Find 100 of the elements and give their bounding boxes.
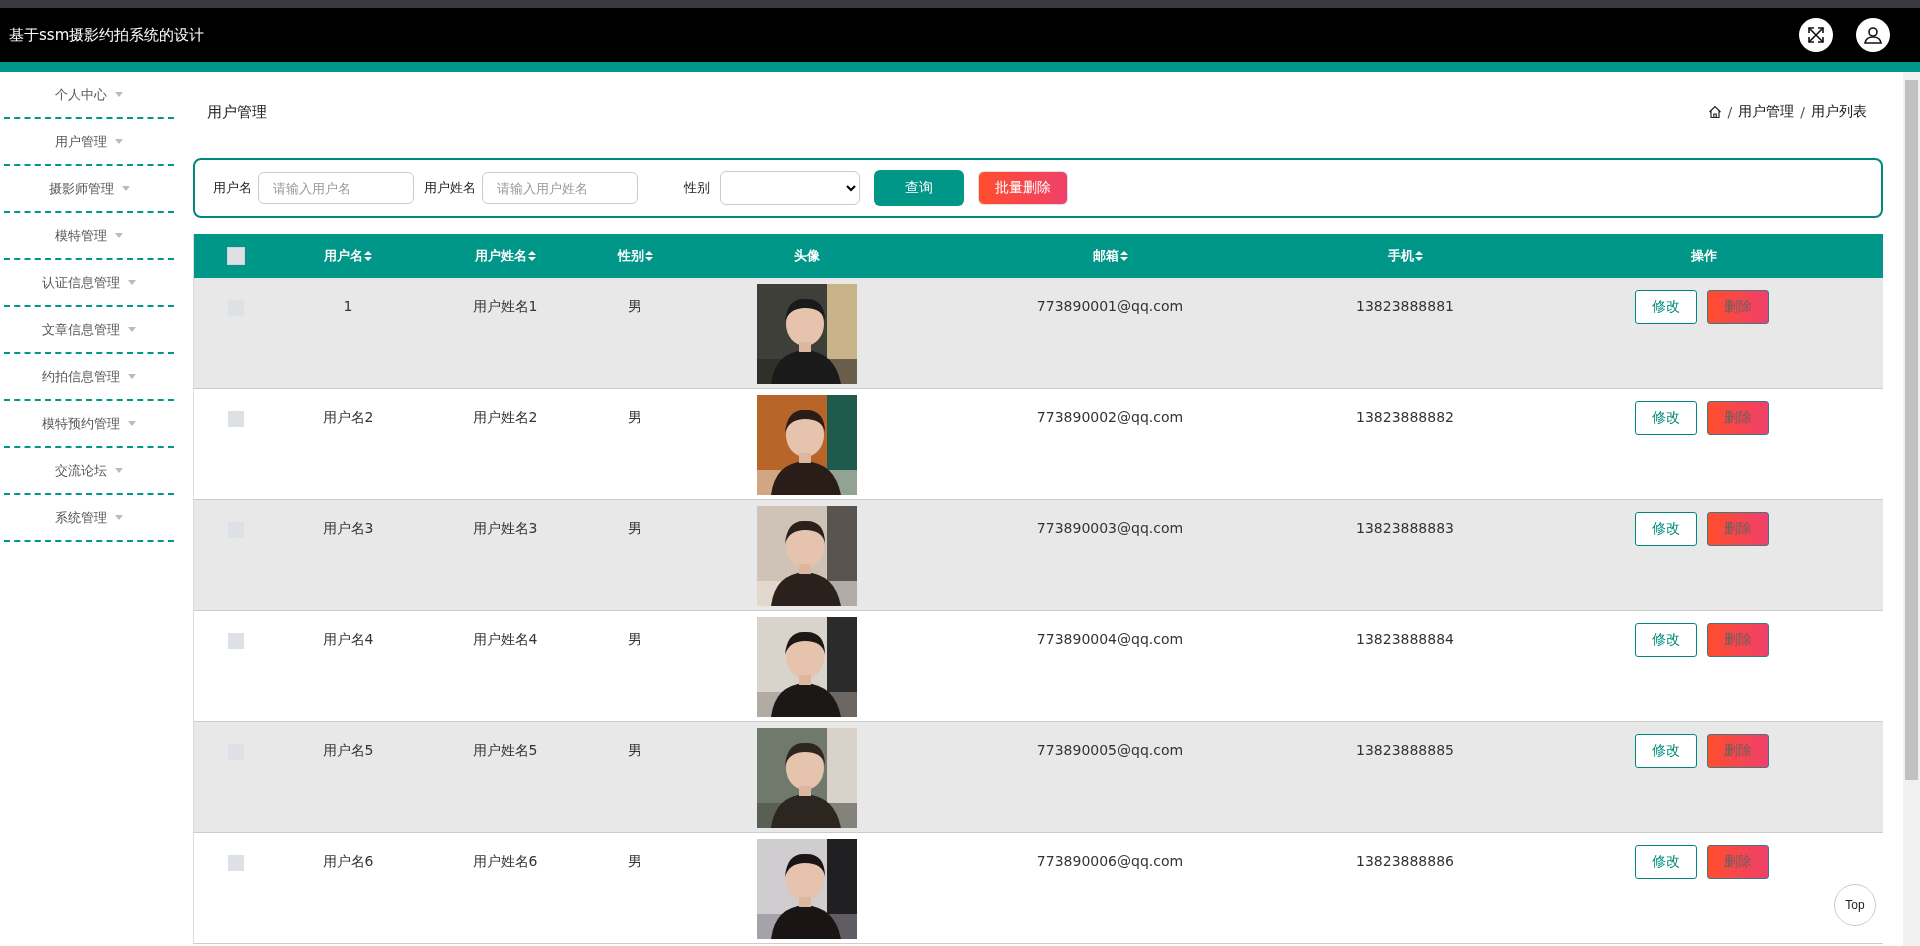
app-title: 基于ssm摄影约拍系统的设计 [9, 25, 205, 45]
table-cell: 13823888882 [1356, 409, 1454, 425]
column-header[interactable]: 用户姓名 [474, 247, 527, 265]
caret-icon [121, 186, 130, 191]
sidebar-label: 系统管理 [55, 508, 107, 527]
sidebar-label: 文章信息管理 [42, 320, 120, 339]
caret-icon [128, 421, 136, 426]
sidebar-item[interactable]: 摄影师管理 [4, 166, 174, 213]
input-field[interactable]: 请输入用户姓名 [482, 172, 638, 204]
checkbox[interactable] [227, 633, 244, 649]
scrollbar[interactable] [1903, 72, 1920, 946]
edit-button[interactable]: 修改 [1635, 401, 1697, 435]
edit-button[interactable]: 修改 [1635, 734, 1697, 768]
table-cell: 男 [628, 742, 642, 760]
table-cell: 用户姓名6 [472, 853, 538, 871]
table-cell: 773890001@qq.com [1036, 298, 1184, 314]
table-cell: 男 [628, 520, 642, 538]
page-title: 用户管理 [207, 102, 267, 122]
breadcrumb-link[interactable]: 用户管理 [1738, 103, 1795, 121]
table-cell: 1 [343, 298, 353, 314]
sidebar-label: 摄影师管理 [48, 179, 114, 198]
caret-icon [115, 233, 123, 238]
table-cell: 用户名2 [322, 409, 374, 427]
sort-icon[interactable] [1414, 251, 1423, 261]
table-cell: 用户姓名2 [472, 409, 538, 427]
field-label: 性别 [684, 179, 710, 197]
sidebar-label: 用户管理 [55, 132, 107, 151]
table-cell: 用户姓名3 [472, 520, 538, 538]
table-cell: 13823888886 [1356, 853, 1454, 869]
table-cell: 用户姓名1 [472, 298, 538, 316]
fullscreen-icon[interactable] [1799, 18, 1833, 52]
checkbox[interactable] [227, 411, 244, 427]
column-header[interactable]: 性别 [617, 247, 644, 265]
table-cell: 用户名3 [322, 520, 374, 538]
breadcrumb-link[interactable]: 用户列表 [1811, 103, 1867, 121]
table-cell: 用户名5 [322, 742, 374, 760]
table-cell: 男 [628, 853, 642, 871]
sidebar-label: 交流论坛 [55, 461, 107, 480]
table-cell: 用户姓名5 [472, 742, 538, 760]
column-header: 操作 [1691, 247, 1717, 265]
sort-icon[interactable] [527, 251, 536, 261]
table-cell: 13823888884 [1356, 631, 1454, 647]
breadcrumb-separator: / [1727, 104, 1733, 120]
table-cell: 773890002@qq.com [1036, 409, 1184, 425]
sidebar-item[interactable]: 模特预约管理 [4, 401, 174, 448]
sidebar-label: 模特预约管理 [42, 414, 120, 433]
input-field[interactable]: 请输入用户名 [258, 172, 414, 204]
breadcrumb-separator: / [1800, 104, 1805, 120]
sidebar-item[interactable]: 系统管理 [4, 495, 174, 542]
sidebar-label: 模特管理 [55, 226, 107, 245]
sidebar-item[interactable]: 交流论坛 [4, 448, 174, 495]
sidebar-label: 约拍信息管理 [42, 367, 120, 386]
table-cell: 13823888883 [1356, 520, 1454, 536]
table-cell: 773890003@qq.com [1036, 520, 1184, 536]
checkbox[interactable] [227, 855, 244, 871]
caret-icon [128, 327, 136, 332]
sort-icon[interactable] [644, 251, 653, 261]
table-cell: 773890005@qq.com [1036, 742, 1184, 758]
caret-icon [115, 139, 123, 144]
sidebar-label: 认证信息管理 [42, 273, 120, 292]
gender-select[interactable] [720, 171, 860, 205]
table-cell: 用户姓名4 [472, 631, 538, 649]
column-header[interactable]: 用户名 [324, 247, 363, 265]
table-cell: 男 [628, 631, 642, 649]
sidebar-item[interactable]: 个人中心 [4, 72, 174, 119]
table-cell: 773890006@qq.com [1036, 853, 1184, 869]
sidebar-item[interactable]: 文章信息管理 [4, 307, 174, 354]
sidebar-item[interactable]: 模特管理 [4, 213, 174, 260]
caret-icon [128, 280, 136, 285]
table-cell: 13823888885 [1356, 742, 1454, 758]
home-icon[interactable] [1707, 105, 1722, 119]
user-icon[interactable] [1856, 18, 1890, 52]
sidebar-label: 个人中心 [55, 85, 107, 104]
sort-icon[interactable] [364, 251, 372, 261]
caret-icon [115, 468, 123, 473]
caret-icon [128, 374, 136, 379]
column-header[interactable]: 手机 [1387, 247, 1414, 265]
table-cell: 男 [628, 298, 642, 316]
column-header: 头像 [794, 247, 820, 265]
caret-icon [115, 515, 123, 520]
table-cell: 男 [628, 409, 642, 427]
edit-button[interactable]: 修改 [1635, 845, 1697, 879]
sidebar-item[interactable]: 约拍信息管理 [4, 354, 174, 401]
edit-button[interactable]: 修改 [1635, 512, 1697, 546]
search-button[interactable]: 查询 [874, 170, 964, 206]
edit-button[interactable]: 修改 [1635, 623, 1697, 657]
table-cell: 773890004@qq.com [1036, 631, 1184, 647]
caret-icon [115, 92, 123, 97]
sort-icon[interactable] [1119, 251, 1128, 261]
edit-button[interactable]: 修改 [1635, 290, 1697, 324]
batch-delete-button[interactable]: 批量删除 [978, 171, 1068, 205]
column-header[interactable]: 邮箱 [1092, 247, 1119, 265]
checkbox[interactable] [226, 247, 245, 265]
table-cell: 用户名4 [322, 631, 374, 649]
sidebar-item[interactable]: 认证信息管理 [4, 260, 174, 307]
field-label: 用户名 [213, 179, 252, 197]
table-cell: 13823888881 [1356, 298, 1454, 314]
sidebar-item[interactable]: 用户管理 [4, 119, 174, 166]
field-label: 用户姓名 [424, 179, 476, 197]
table-cell: 用户名6 [322, 853, 374, 871]
